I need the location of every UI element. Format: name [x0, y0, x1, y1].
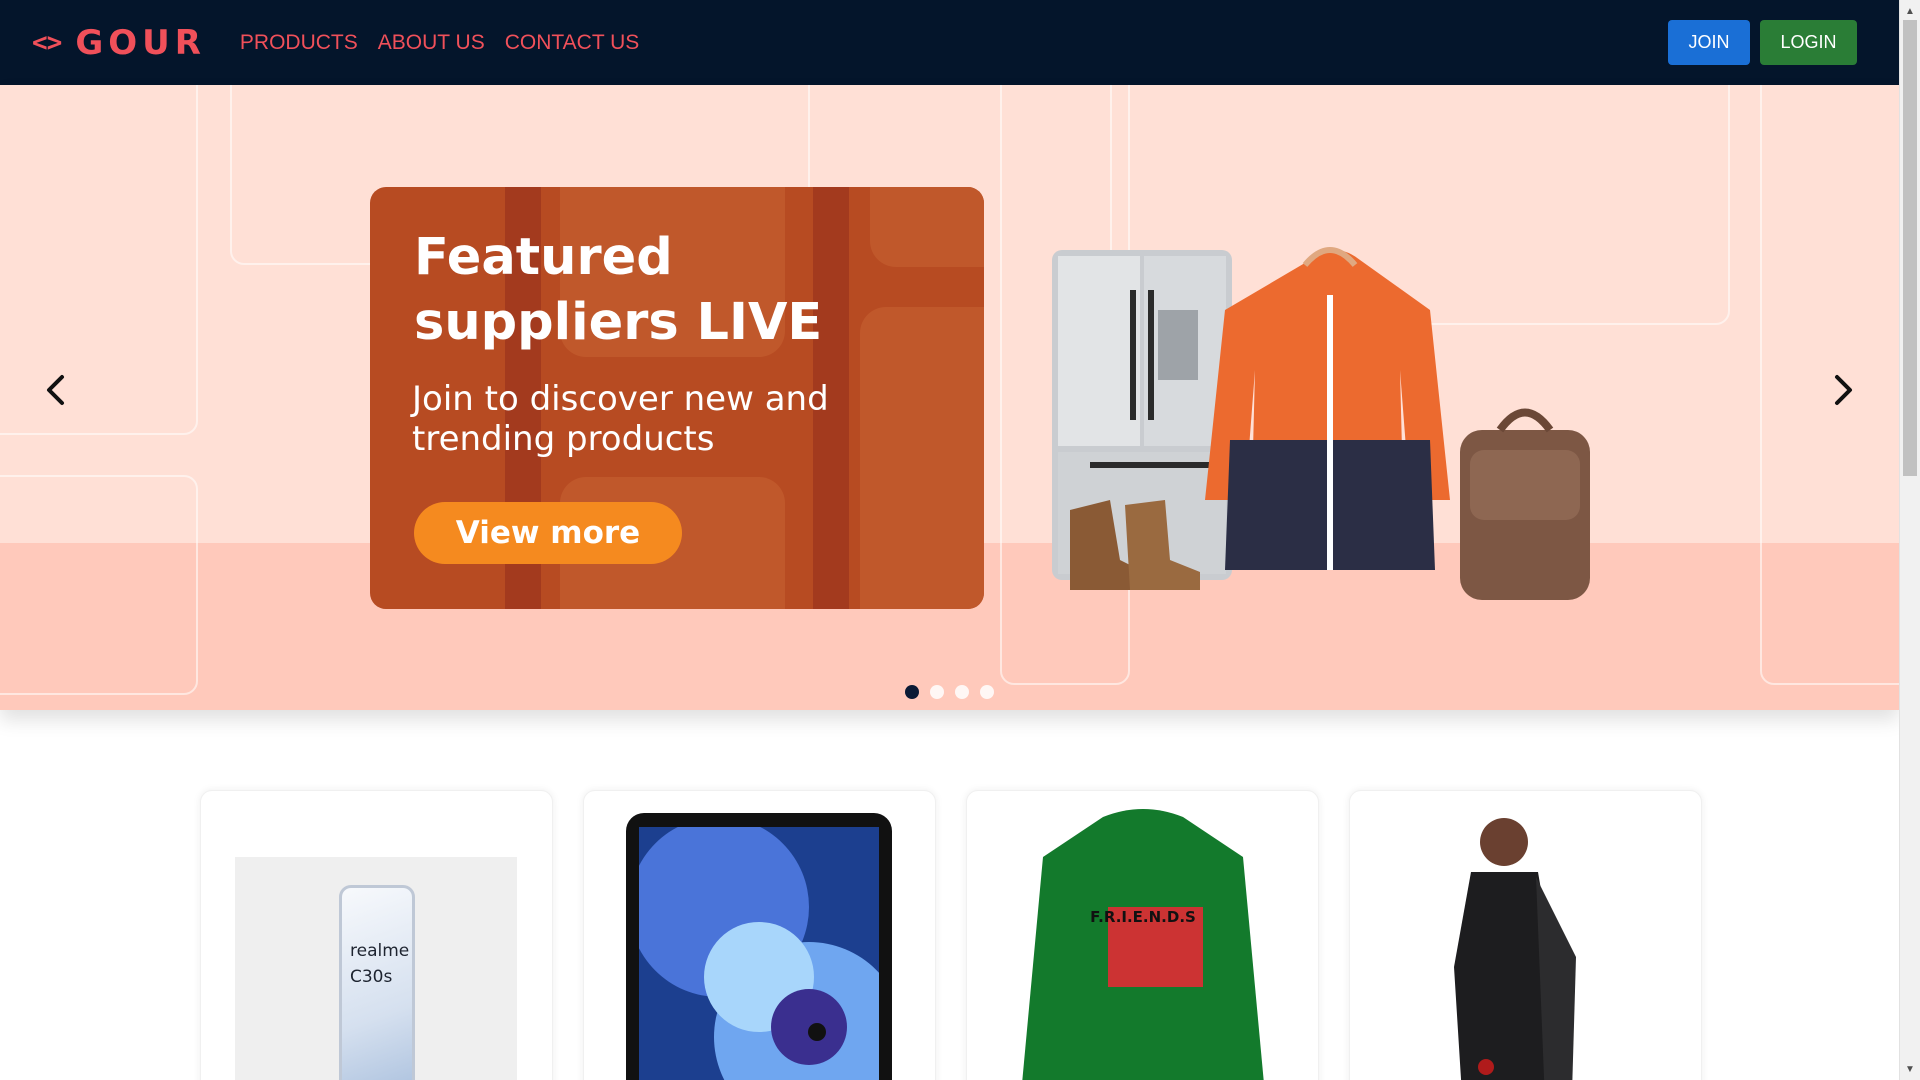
viewport: <> GOUR PRODUCTS ABOUT US CONTACT US JOI… [0, 0, 1899, 1080]
chevron-right-icon [1835, 375, 1852, 405]
code-brackets-icon: <> [32, 27, 62, 58]
login-button[interactable]: LOGIN [1760, 20, 1857, 65]
jacket-icon [1205, 247, 1450, 570]
carousel-next-button[interactable] [1817, 365, 1867, 415]
product-image-tablet [626, 813, 892, 1080]
phone-shape: realme C30s [339, 885, 415, 1080]
carousel-indicator-4[interactable] [980, 685, 994, 699]
nav-link-products[interactable]: PRODUCTS [240, 31, 358, 55]
product-grid: realme C30s F.R.I.E.N.D.S [200, 790, 1702, 1080]
nav-actions: JOIN LOGIN [1668, 20, 1857, 65]
promo-banner: Featured suppliers LIVE Join to discover… [370, 187, 984, 609]
scroll-down-arrow-icon[interactable]: ▼ [1900, 1060, 1920, 1078]
backpack-icon [1460, 408, 1590, 600]
product-card[interactable] [583, 790, 936, 1080]
phone-label: realme C30s [350, 941, 410, 987]
join-button[interactable]: JOIN [1668, 20, 1750, 65]
product-image-suit [1454, 818, 1576, 1080]
brand-name: GOUR [75, 22, 206, 63]
navbar: <> GOUR PRODUCTS ABOUT US CONTACT US JOI… [0, 0, 1899, 85]
background-pattern [0, 475, 198, 695]
scroll-up-arrow-icon[interactable]: ▲ [1900, 2, 1920, 20]
scrollbar-thumb[interactable] [1903, 20, 1917, 476]
product-card[interactable]: F.R.I.E.N.D.S [966, 790, 1319, 1080]
nav-link-contact-us[interactable]: CONTACT US [505, 31, 640, 55]
background-pattern [0, 85, 198, 435]
shirt-print-text: F.R.I.E.N.D.S [1090, 908, 1196, 926]
carousel-indicators [905, 685, 994, 699]
featured-products-image [1052, 247, 1590, 600]
brand-logo[interactable]: <> GOUR [32, 23, 206, 63]
product-image-shirt: F.R.I.E.N.D.S [1022, 809, 1264, 1080]
tablet-screen [639, 827, 879, 1080]
product-image-phone: realme C30s [235, 857, 517, 1080]
view-more-button[interactable]: View more [414, 502, 682, 564]
promo-title: Featured suppliers LIVE [414, 228, 823, 352]
product-card[interactable] [1349, 790, 1702, 1080]
page: <> GOUR PRODUCTS ABOUT US CONTACT US JOI… [0, 0, 1920, 1080]
promo-subtitle: Join to discover new and trending produc… [412, 379, 829, 459]
chevron-left-icon [47, 375, 64, 405]
carousel-indicator-1[interactable] [905, 685, 919, 699]
carousel-indicator-3[interactable] [955, 685, 969, 699]
carousel-indicator-2[interactable] [930, 685, 944, 699]
nav-links: PRODUCTS ABOUT US CONTACT US [240, 31, 639, 55]
nav-link-about-us[interactable]: ABOUT US [378, 31, 485, 55]
vertical-scrollbar[interactable]: ▲ ▼ [1899, 0, 1920, 1080]
carousel-prev-button[interactable] [32, 365, 82, 415]
product-card[interactable]: realme C30s [200, 790, 553, 1080]
hero-carousel: Featured suppliers LIVE Join to discover… [0, 85, 1899, 710]
